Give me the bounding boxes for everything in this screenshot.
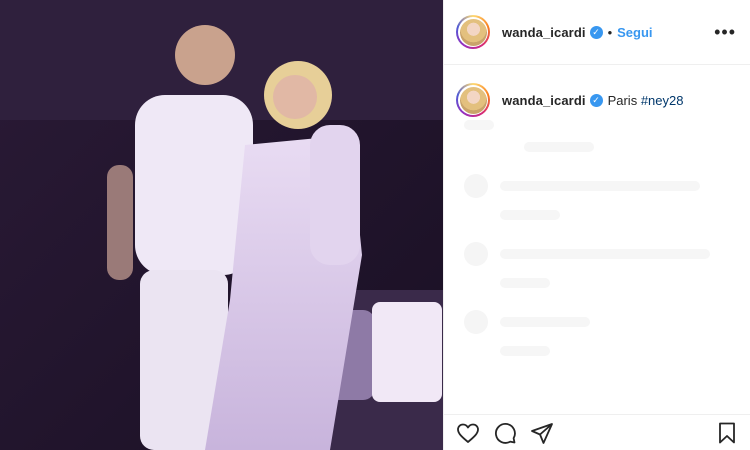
caption-username-link[interactable]: wanda_icardi: [502, 93, 586, 108]
faded-line: [500, 346, 550, 356]
username-link[interactable]: wanda_icardi: [502, 25, 586, 40]
faded-avatar: [464, 174, 488, 198]
faded-line: [524, 142, 594, 152]
faded-line: [500, 278, 550, 288]
post-header: wanda_icardi ✓ • Segui •••: [444, 0, 750, 65]
caption-avatar-image: [459, 86, 487, 114]
post-side-panel: wanda_icardi ✓ • Segui ••• wanda_icardi …: [443, 0, 750, 450]
post-photo-illustration: [0, 0, 443, 450]
separator-dot: •: [607, 24, 613, 40]
caption-location: Paris: [607, 92, 638, 108]
bookmark-icon[interactable]: [715, 421, 739, 445]
faded-line: [500, 249, 710, 259]
avatar[interactable]: [456, 15, 490, 49]
faded-avatar: [464, 310, 488, 334]
avatar-image: [459, 18, 487, 46]
action-bar: [444, 414, 750, 450]
caption-text: Paris #ney28: [608, 93, 684, 108]
faded-comment: [464, 174, 734, 198]
caption-hashtag[interactable]: #ney28: [641, 93, 684, 108]
verified-badge-icon: ✓: [589, 25, 603, 39]
share-icon[interactable]: [530, 421, 554, 445]
more-options-icon[interactable]: •••: [714, 23, 736, 41]
faded-line: [500, 181, 700, 191]
faded-avatar: [464, 242, 488, 266]
comment-icon[interactable]: [493, 421, 517, 445]
faded-comments: [464, 120, 734, 368]
post-photo[interactable]: [0, 0, 443, 450]
faded-comment: [464, 310, 734, 334]
caption-avatar[interactable]: [456, 83, 490, 117]
faded-line: [464, 120, 494, 130]
faded-line: [500, 210, 560, 220]
follow-button[interactable]: Segui: [617, 25, 652, 40]
caption-verified-badge-icon: ✓: [589, 93, 603, 107]
caption-row: wanda_icardi ✓ Paris #ney28: [444, 65, 750, 117]
faded-comment: [464, 242, 734, 266]
heart-icon[interactable]: [456, 421, 480, 445]
faded-line: [500, 317, 590, 327]
